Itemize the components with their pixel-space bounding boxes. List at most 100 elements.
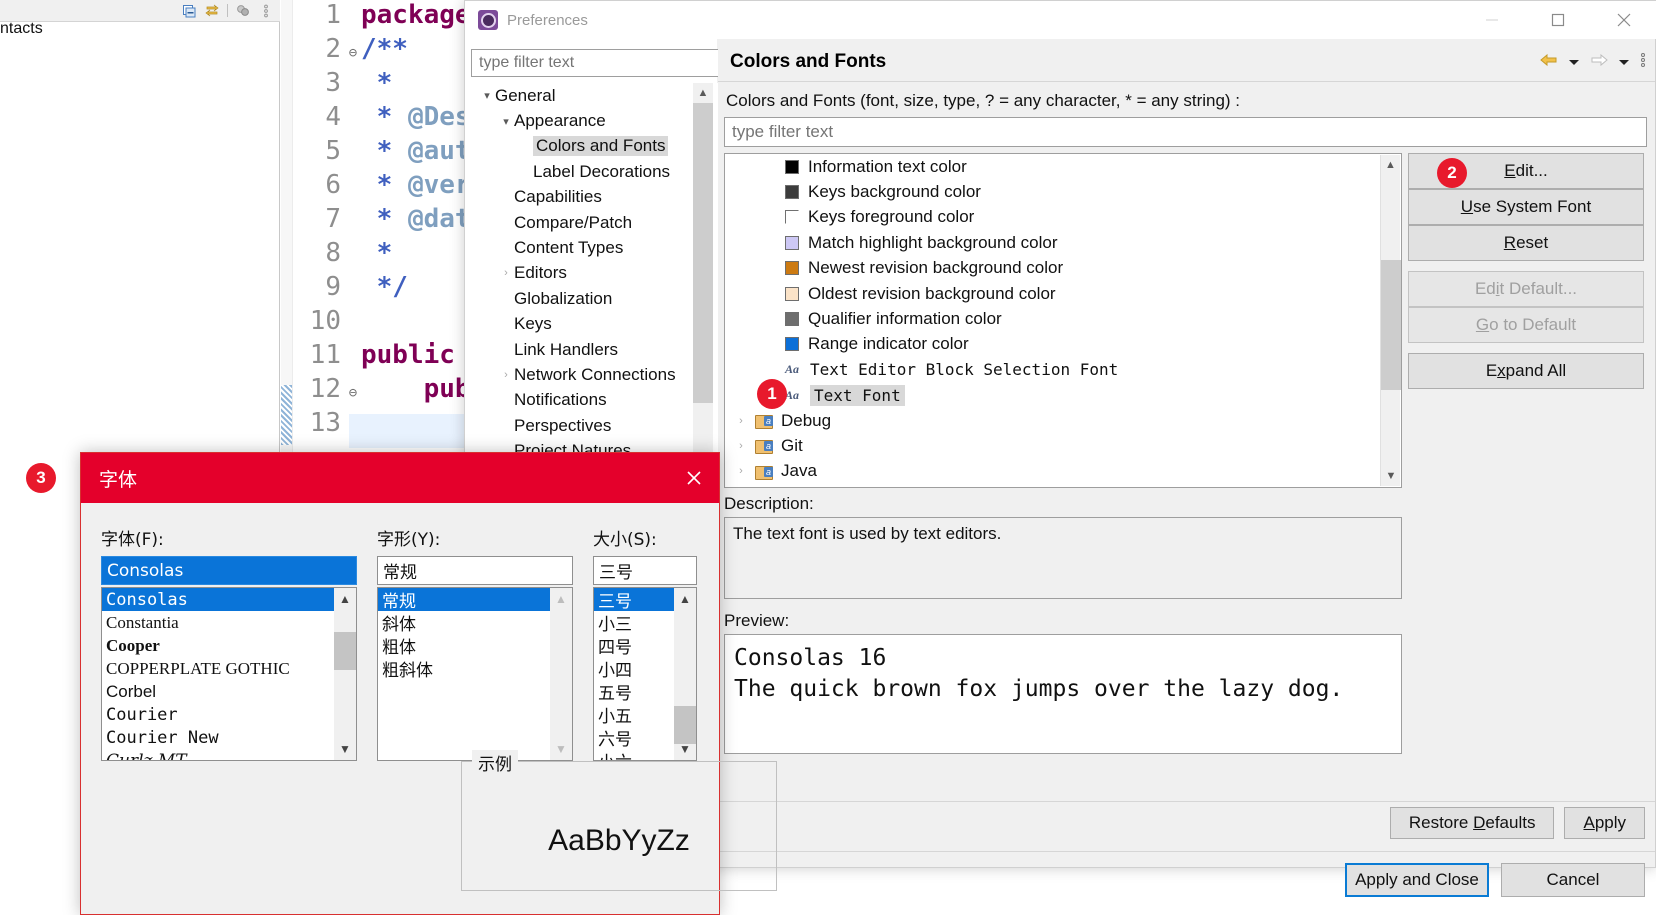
use-system-font-button[interactable]: Use System Font [1408,189,1644,225]
colors-fonts-item-row[interactable]: Match highlight background color [725,230,1401,255]
tree-item-label-decorations[interactable]: Label Decorations [471,159,719,184]
back-arrow-icon[interactable] [1539,52,1559,73]
chevron-right-icon[interactable]: › [733,415,749,427]
font-style-scrollbar[interactable]: ▲ ▼ [550,588,572,760]
apply-and-close-button[interactable]: Apply and Close [1345,863,1489,897]
view-options-icon[interactable] [258,3,274,19]
tree-filter-input[interactable] [471,49,719,77]
preferences-tree[interactable]: ▾ General ▾ Appearance Colors and Fonts Label… [471,83,719,503]
link-with-editor-icon[interactable] [204,3,220,19]
chevron-right-icon[interactable]: › [498,369,514,381]
collapse-all-icon[interactable] [181,3,197,19]
chevron-right-icon[interactable]: › [733,440,749,452]
colors-fonts-item-row[interactable]: Range indicator color [725,332,1401,357]
font-size-input[interactable] [593,556,697,585]
font-size-list-item[interactable]: 小五 [594,703,676,727]
font-size-list-item[interactable]: 三号 [594,588,676,612]
font-family-list[interactable]: Consolas Constantia Cooper COPPERPLATE GOTH… [101,587,357,761]
tree-item-compare-patch[interactable]: Compare/Patch [471,210,719,235]
chevron-down-icon[interactable]: ▾ [479,89,495,102]
tree-item-link-handlers[interactable]: Link Handlers [471,337,719,362]
tree-scrollbar[interactable]: ▲ [693,83,713,463]
scroll-down-icon[interactable]: ▼ [334,738,356,760]
scroll-down-icon[interactable]: ▼ [550,738,572,760]
back-dropdown-icon[interactable] [1568,54,1580,72]
font-family-list-item[interactable]: Courier [102,703,336,726]
maximize-icon[interactable] [1525,1,1591,39]
colors-fonts-item-row[interactable]: Keys background color [725,179,1401,204]
colors-fonts-group-row[interactable]: › Java [725,459,1401,484]
tree-item-perspectives[interactable]: Perspectives [471,413,719,438]
font-family-list-item[interactable]: Corbel [102,680,336,703]
font-family-list-item[interactable]: Constantia [102,611,336,634]
font-size-list-item[interactable]: 五号 [594,680,676,704]
tree-item-globalization[interactable]: Globalization [471,286,719,311]
colors-fonts-item-row[interactable]: Qualifier information color [725,306,1401,331]
font-family-input[interactable] [101,556,357,585]
font-style-list-item[interactable]: 粗体 [378,634,552,658]
forward-arrow-icon[interactable] [1589,52,1609,73]
tree-item-colors-and-fonts[interactable]: Colors and Fonts [471,134,719,159]
scroll-up-icon[interactable]: ▲ [1381,155,1400,175]
close-icon[interactable] [1591,1,1656,39]
font-style-input[interactable] [377,556,573,585]
colors-fonts-scrollbar-thumb[interactable] [1381,260,1401,390]
font-style-list[interactable]: 常规 斜体 粗体 粗斜体 ▲ ▼ [377,587,573,761]
chevron-right-icon[interactable]: › [498,267,514,279]
font-family-list-item[interactable]: Courier New [102,726,336,749]
forward-dropdown-icon[interactable] [1618,54,1630,72]
font-style-list-item[interactable]: 常规 [378,588,552,612]
expand-all-button[interactable]: Expand All [1408,353,1644,389]
font-family-list-item[interactable]: Cooper [102,634,336,657]
font-size-list-item[interactable]: 小三 [594,611,676,635]
tree-item-notifications[interactable]: Notifications [471,388,719,413]
font-family-list-item[interactable]: COPPERPLATE GOTHIC [102,657,336,680]
tree-item-editors[interactable]: › Editors [471,261,719,286]
tree-item-appearance[interactable]: ▾ Appearance [471,108,719,133]
tree-scrollbar-thumb[interactable] [693,103,713,403]
fold-toggle-icon[interactable]: ⊖ [345,385,361,401]
restore-defaults-button[interactable]: Restore Defaults [1389,807,1555,839]
tree-item-capabilities[interactable]: Capabilities [471,185,719,210]
font-size-list[interactable]: 三号小三四号小四五号小五六号小六 ▲ ▼ [593,587,697,761]
scroll-down-icon[interactable]: ▼ [1381,466,1401,486]
colors-fonts-group-row[interactable]: › Debug [725,408,1401,433]
scroll-up-icon[interactable]: ▲ [693,83,713,103]
tree-item-keys[interactable]: Keys [471,312,719,337]
colors-fonts-item-row[interactable]: Information text color [725,154,1401,179]
font-family-scrollbar[interactable]: ▲ ▼ [334,588,356,760]
apply-button[interactable]: Apply [1564,807,1645,839]
colors-fonts-item-row[interactable]: Oldest revision background color [725,281,1401,306]
font-family-list-item[interactable]: Consolas [102,588,336,611]
colors-fonts-group-row[interactable]: › Git [725,433,1401,458]
tree-item-network-connections[interactable]: › Network Connections [471,362,719,387]
colors-fonts-scrollbar[interactable]: ▲ ▼ [1380,155,1401,486]
scroll-up-icon[interactable]: ▲ [334,588,356,610]
cancel-button[interactable]: Cancel [1501,863,1645,897]
font-style-list-item[interactable]: 粗斜体 [378,657,552,681]
font-style-list-item[interactable]: 斜体 [378,611,552,635]
colors-fonts-item-row[interactable]: Aa Text Editor Block Selection Font [725,357,1401,382]
tree-item-content-types[interactable]: Content Types [471,235,719,260]
font-size-scrollbar[interactable]: ▲ ▼ [674,588,696,760]
font-family-scrollbar-thumb[interactable] [334,632,356,670]
colors-fonts-item-row[interactable]: Keys foreground color [725,205,1401,230]
view-menu-icon[interactable] [235,3,251,19]
scroll-up-icon[interactable]: ▲ [674,588,696,610]
colors-and-fonts-list[interactable]: Information text color Keys background co… [724,153,1402,488]
chevron-right-icon[interactable]: › [733,465,749,477]
colors-fonts-filter-input[interactable] [724,117,1647,147]
colors-fonts-item-row[interactable]: Newest revision background color [725,256,1401,281]
minimize-icon[interactable] [1459,1,1525,39]
colors-fonts-item-row[interactable]: Aa Text Font [725,383,1401,408]
font-size-list-item[interactable]: 六号 [594,726,676,750]
font-family-list-item[interactable]: Curlz MT [102,749,336,761]
chevron-down-icon[interactable]: ▾ [498,115,514,128]
fold-toggle-icon[interactable]: ⊖ [345,45,361,61]
tree-item-general[interactable]: ▾ General [471,83,719,108]
font-size-list-item[interactable]: 四号 [594,634,676,658]
close-icon[interactable] [669,453,719,503]
scroll-up-icon[interactable]: ▲ [550,588,572,610]
scroll-down-icon[interactable]: ▼ [674,738,696,760]
font-size-list-item[interactable]: 小六 [594,749,676,760]
